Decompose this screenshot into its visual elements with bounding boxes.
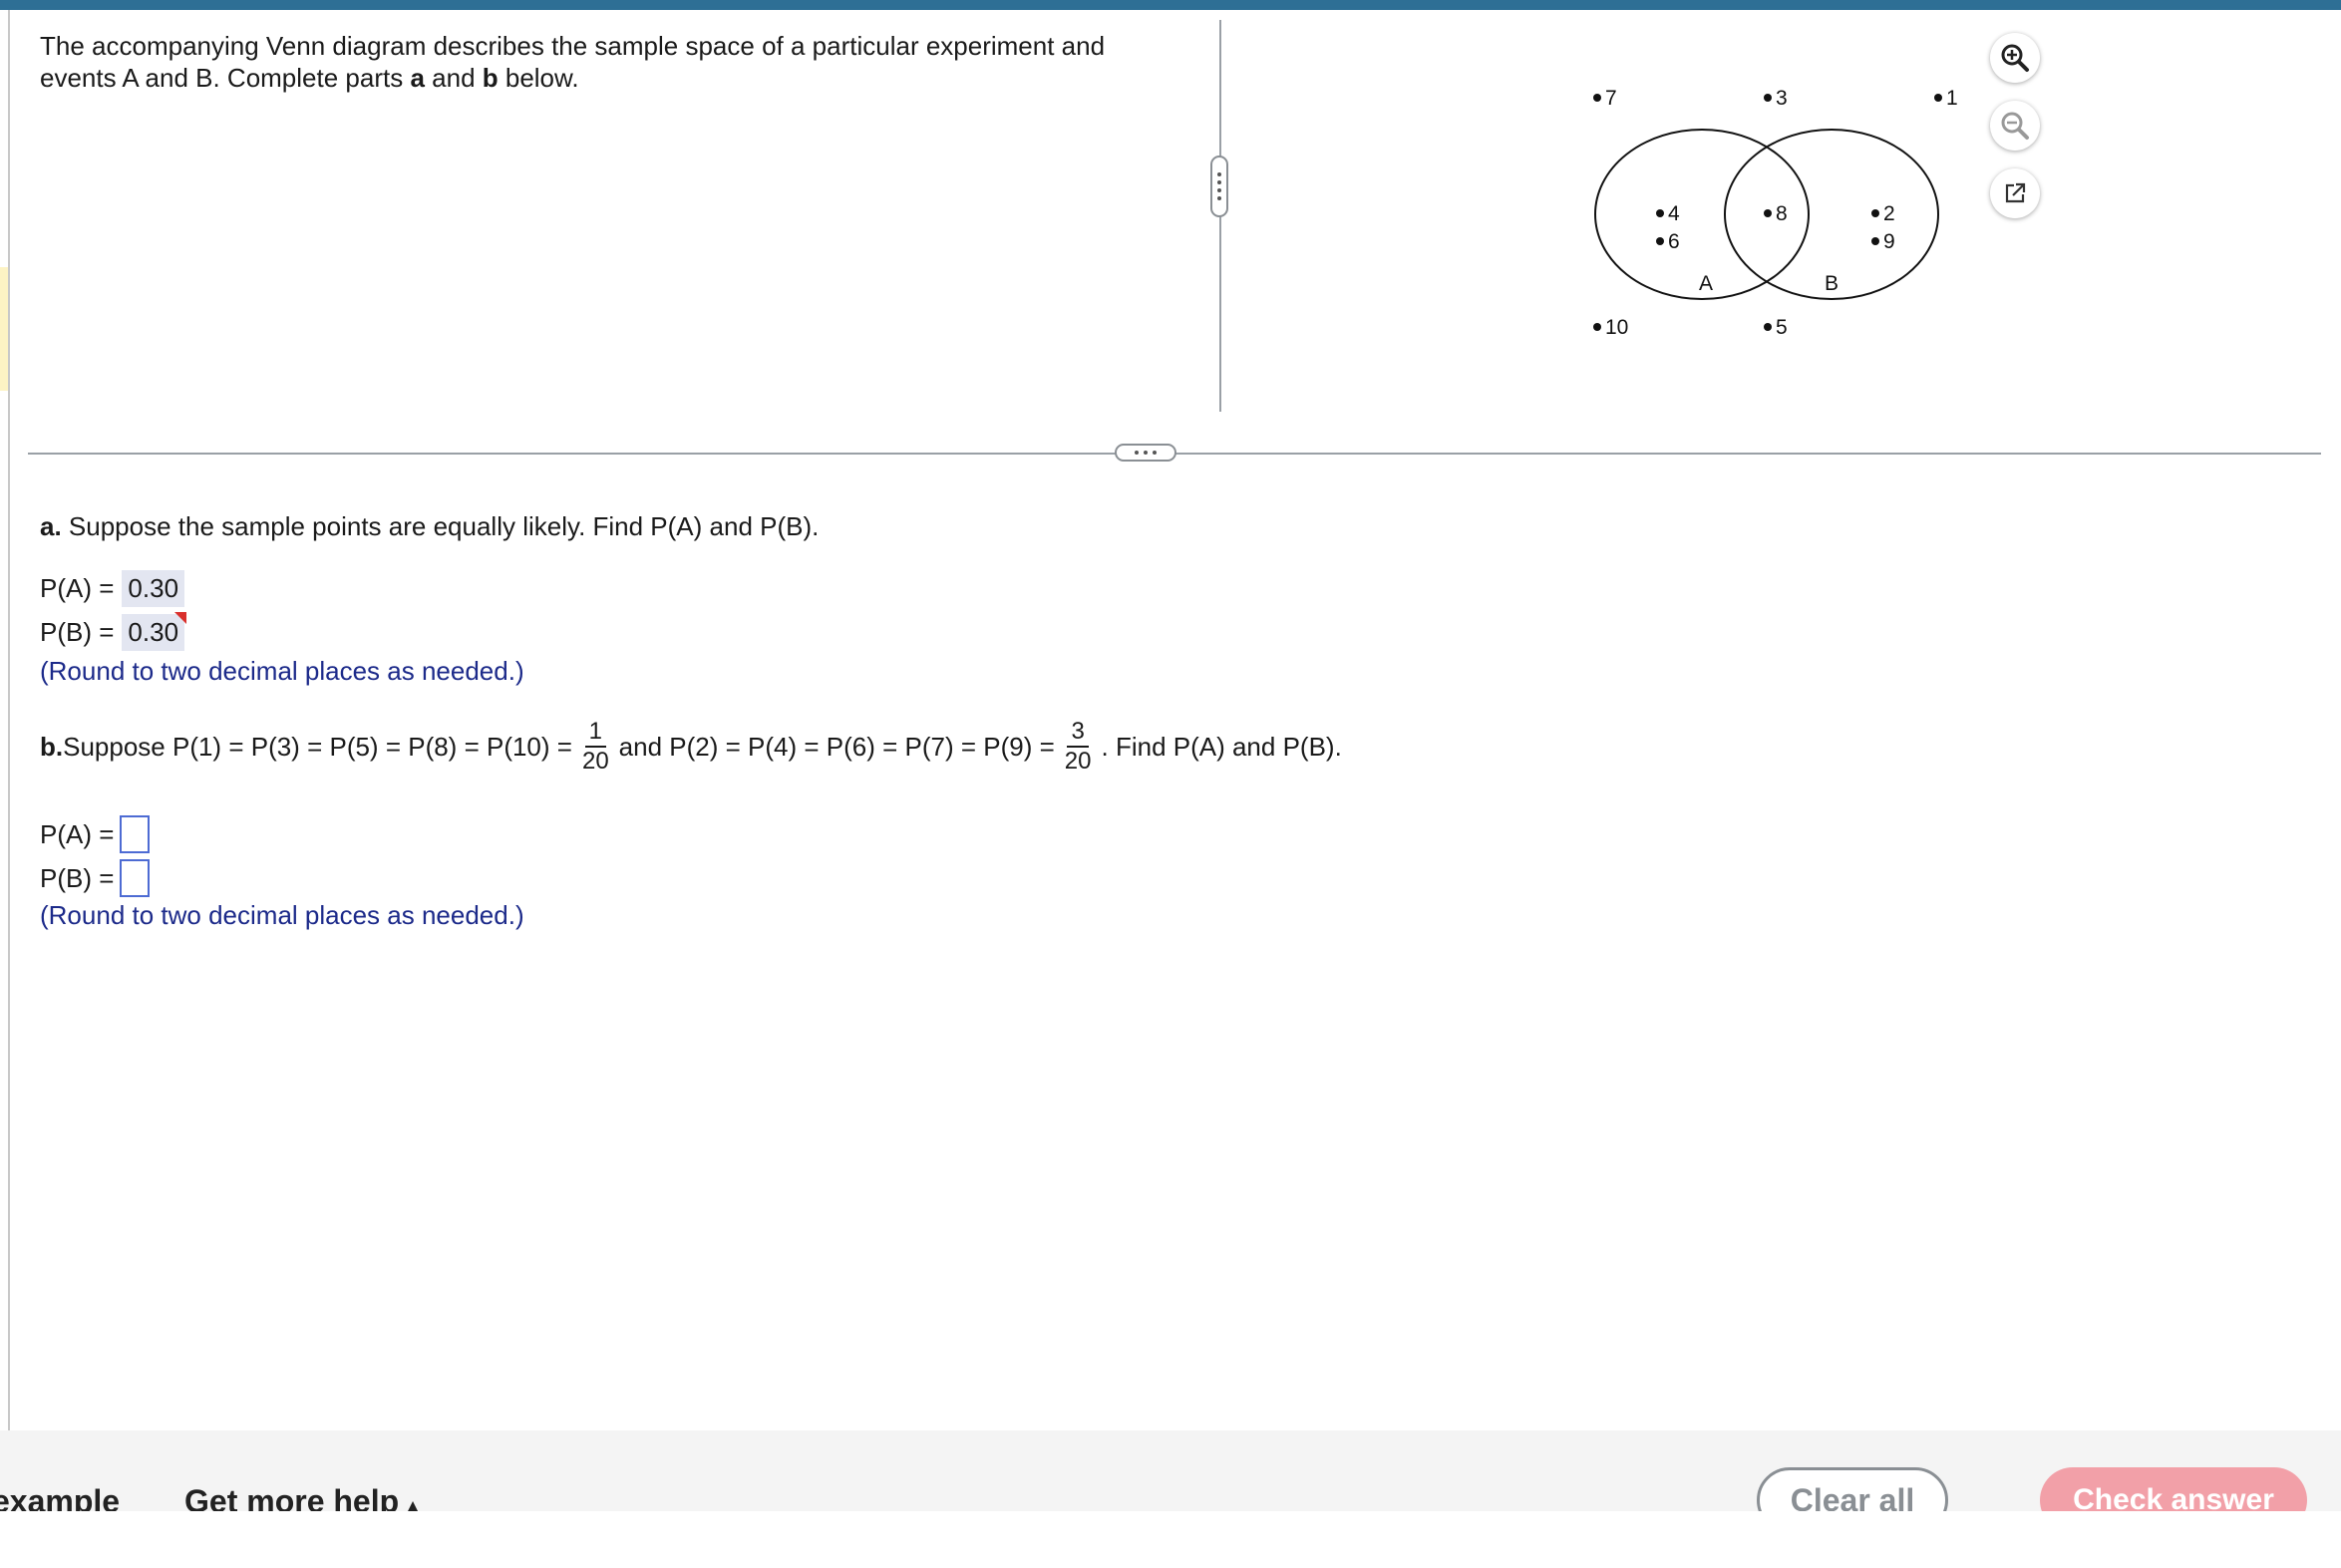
- point-8: 8: [1776, 202, 1788, 225]
- fraction-numerator: 3: [1067, 718, 1089, 748]
- horizontal-resize-handle[interactable]: [1115, 444, 1176, 462]
- part-b-pa-row: P(A) =: [40, 815, 151, 853]
- point-2: 2: [1883, 202, 1895, 225]
- part-b-text-3: . Find P(A) and P(B).: [1101, 732, 1342, 762]
- part-b-label: b.: [40, 732, 64, 762]
- left-edge-highlight: [0, 267, 8, 391]
- left-edge: [0, 10, 10, 1430]
- fraction-3-20: 3 20: [1061, 718, 1096, 776]
- point-10: 10: [1605, 316, 1628, 339]
- point-1: 1: [1946, 87, 1958, 110]
- set-b-label: B: [1825, 272, 1839, 295]
- zoom-out-icon: [2001, 112, 2029, 140]
- part-b-text-1: Suppose P(1) = P(3) = P(5) = P(8) = P(10…: [63, 732, 572, 762]
- part-b-prompt: b. Suppose P(1) = P(3) = P(5) = P(8) = P…: [40, 718, 1342, 776]
- top-bar: [0, 0, 2341, 10]
- fraction-1-20: 1 20: [578, 718, 613, 776]
- part-b-hint: (Round to two decimal places as needed.): [40, 900, 524, 930]
- part-a-pb-row: P(B) = 0.30: [40, 612, 187, 651]
- zoom-in-icon: [2001, 44, 2029, 72]
- external-link-icon: [2005, 182, 2026, 203]
- incorrect-flag-icon: [174, 612, 187, 624]
- intro-line-2: events A and B. Complete parts a and b b…: [40, 62, 1196, 94]
- vertical-resize-handle[interactable]: [1210, 156, 1228, 217]
- point-4: 4: [1668, 202, 1680, 225]
- question-intro: The accompanying Venn diagram describes …: [40, 30, 1196, 94]
- zoom-out-button[interactable]: [1990, 101, 2040, 151]
- fraction-numerator: 1: [584, 718, 606, 748]
- intro-text: and: [424, 63, 483, 93]
- point-5: 5: [1776, 316, 1788, 339]
- intro-part-a: a: [410, 63, 425, 93]
- pa-label: P(A) =: [40, 818, 115, 849]
- point-9: 9: [1883, 230, 1895, 253]
- point-3: 3: [1776, 87, 1788, 110]
- intro-line-1: The accompanying Venn diagram describes …: [40, 31, 1106, 61]
- pb-input[interactable]: [120, 859, 151, 897]
- part-b-text-2: and P(2) = P(4) = P(6) = P(7) = P(9) =: [618, 732, 1055, 762]
- part-a-text: Suppose the sample points are equally li…: [61, 511, 820, 541]
- pa-answer[interactable]: 0.30: [122, 570, 185, 607]
- intro-part-b: b: [482, 63, 499, 93]
- pb-answer[interactable]: 0.30: [122, 612, 187, 651]
- point-7: 7: [1605, 87, 1617, 110]
- pb-label: P(B) =: [40, 862, 115, 893]
- pa-label: P(A) =: [40, 573, 115, 603]
- fraction-denominator: 20: [1064, 748, 1092, 775]
- intro-text: below.: [498, 63, 579, 93]
- pb-label: P(B) =: [40, 617, 115, 647]
- set-a-label: A: [1699, 272, 1713, 295]
- zoom-in-button[interactable]: [1990, 33, 2040, 83]
- part-a-hint: (Round to two decimal places as needed.): [40, 656, 524, 686]
- part-a-prompt: a. Suppose the sample points are equally…: [40, 510, 819, 542]
- part-a-pa-row: P(A) = 0.30: [40, 570, 185, 607]
- pa-input[interactable]: [120, 815, 151, 853]
- pb-answer-value: 0.30: [128, 617, 179, 647]
- part-a-label: a.: [40, 511, 62, 541]
- point-6: 6: [1668, 230, 1680, 253]
- screenshot-crop-edge: [0, 1511, 2341, 1568]
- part-b-pb-row: P(B) =: [40, 859, 151, 897]
- popout-button[interactable]: [1990, 168, 2040, 218]
- intro-text: events A and B. Complete parts: [40, 63, 411, 93]
- venn-diagram: 7 3 1 4 6 8 2 9 10 5 A B: [1593, 87, 1958, 339]
- fraction-denominator: 20: [581, 748, 609, 775]
